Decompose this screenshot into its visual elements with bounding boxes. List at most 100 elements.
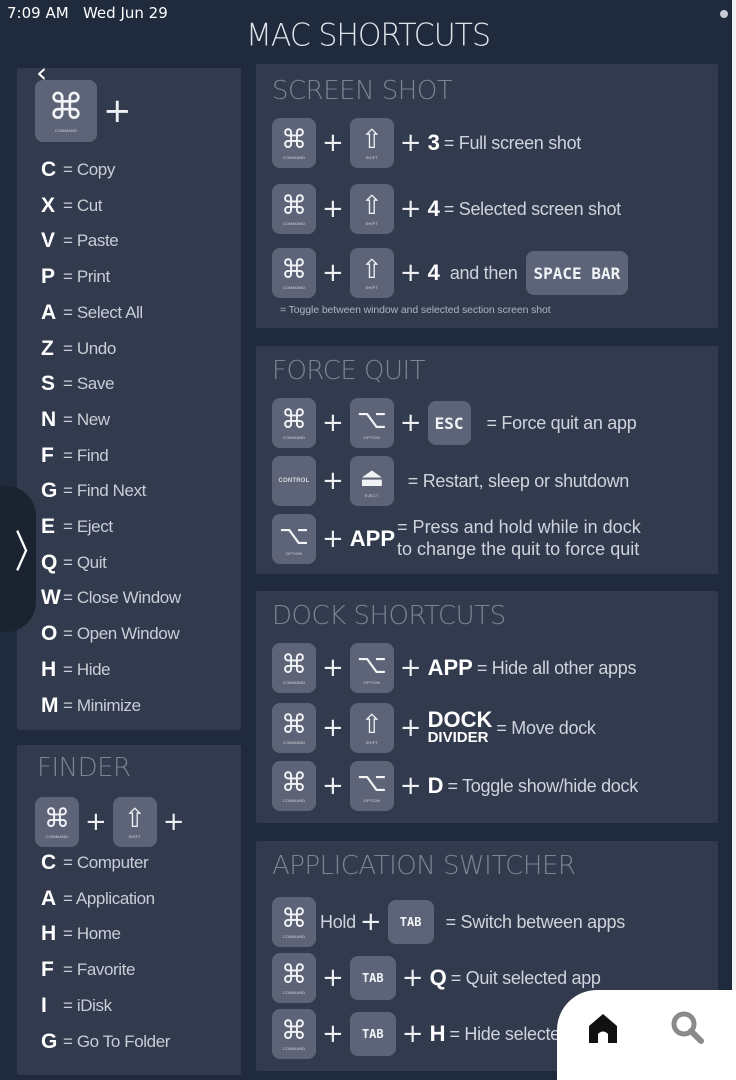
shortcut-key: P	[41, 265, 56, 289]
shortcut-key: H	[41, 657, 57, 681]
command-key-icon: ⌘ COMMAND	[272, 897, 316, 947]
shortcut-row: ⌘ COMMAND + ⌥ OPTION + D = Toggle show/hid…	[272, 761, 638, 811]
shortcut-list-item: E = Eject	[41, 515, 113, 539]
command-key-icon: ⌘ COMMAND	[35, 80, 97, 142]
section-title-finder: FINDER	[37, 753, 131, 783]
shortcut-key: G	[41, 1029, 58, 1053]
plus-sign: +	[322, 713, 344, 743]
plus-sign: +	[322, 524, 344, 554]
shortcut-desc: = Hide	[63, 659, 111, 679]
shortcut-desc: = Find Next	[63, 481, 146, 501]
shortcut-desc: = Application	[63, 888, 155, 908]
plus-sign: +	[322, 963, 344, 993]
shortcut-desc: = Find	[63, 445, 109, 465]
shortcut-list-item: X = Cut	[41, 193, 103, 218]
shortcut-list-item: G = Go To Folder	[41, 1030, 170, 1054]
shortcut-list-item: M = Minimize	[41, 694, 141, 718]
shortcut-desc: = Undo	[63, 338, 116, 358]
shortcut-desc: = New	[63, 409, 110, 429]
shortcut-desc: = Favorite	[63, 960, 136, 980]
shortcut-desc: = Move dock	[496, 717, 596, 738]
eject-key-icon: ⏏ EJECT	[349, 456, 394, 506]
shortcut-desc: = Selected screen shot	[443, 198, 621, 219]
shortcut-key: C	[41, 158, 57, 181]
command-key-icon: ⌘ COMMAND	[272, 953, 316, 1003]
plus-sign: +	[399, 653, 422, 683]
shortcut-key: O	[41, 622, 58, 646]
shortcut-desc: = Force quit an app	[486, 412, 637, 433]
shortcut-list-item: O = Open Window	[41, 622, 180, 646]
shift-key-icon: ⇧ SHIFT	[349, 248, 394, 298]
shortcut-key: S	[41, 372, 56, 396]
back-button[interactable]: ‹	[36, 56, 47, 89]
shift-key-icon: ⇧ SHIFT	[349, 184, 394, 234]
plus-sign: +	[322, 653, 344, 683]
shift-key-icon: ⇧ SHIFT	[349, 118, 394, 168]
tab-key: TAB	[349, 956, 396, 1000]
shortcut-list-item: F = Favorite	[41, 958, 135, 982]
shortcut-list-item: N = New	[41, 408, 110, 432]
shortcut-list-item: Z = Undo	[41, 337, 116, 361]
shortcut-row: ⌘ COMMAND + ⇧ SHIFT + 4 and then SPACE BAR	[272, 248, 629, 298]
key-label: APP	[427, 655, 473, 680]
search-icon[interactable]	[670, 1010, 704, 1044]
section-title-dock: DOCK SHORTCUTS	[272, 601, 506, 631]
page-edge	[732, 0, 736, 1057]
shortcut-note: = Toggle between window and selected sec…	[280, 304, 551, 316]
shortcut-list-item: I = iDisk	[41, 994, 112, 1018]
shortcut-key: X	[41, 193, 56, 217]
shortcut-key: F	[41, 443, 54, 467]
chevron-right-icon[interactable]: 〉	[15, 516, 46, 580]
shortcut-desc: = Copy	[63, 160, 115, 179]
plus-sign: +	[401, 1019, 424, 1049]
shortcut-key: V	[41, 229, 56, 253]
dock-shortcuts-panel: DOCK SHORTCUTS ⌘ COMMAND + ⌥ OPTION + APP …	[256, 591, 718, 823]
shortcut-row: ⌘ COMMAND + ⌥ OPTION + ESC = Force quit an…	[272, 398, 637, 448]
plus-sign: +	[103, 91, 132, 131]
section-title-app-switcher: APPLICATION SWITCHER	[272, 851, 576, 881]
command-key-icon: ⌘ COMMAND	[272, 761, 316, 811]
option-key-icon: ⌥ OPTION	[349, 398, 394, 448]
shortcut-desc: = Minimize	[63, 695, 141, 715]
shortcut-row: ⌘ COMMAND + TAB + H = Hide selected app	[272, 1009, 604, 1059]
tab-key: TAB	[387, 900, 434, 944]
shortcut-list-item: A = Application	[41, 887, 155, 911]
key-label: 4	[427, 196, 440, 221]
force-quit-panel: FORCE QUIT ⌘ COMMAND + ⌥ OPTION + ESC = Fo…	[256, 346, 718, 574]
shortcut-desc: = Go To Folder	[63, 1031, 171, 1051]
shortcut-list-item: A = Select All	[41, 301, 143, 325]
shift-key-icon: ⇧ SHIFT	[349, 703, 394, 753]
shortcut-desc: and then	[449, 262, 518, 283]
shortcut-desc: = Cut	[63, 195, 103, 215]
command-key-icon: ⌘ COMMAND	[272, 184, 316, 234]
shortcut-key: M	[41, 693, 59, 717]
plus-sign: +	[322, 466, 344, 496]
shortcut-desc: = Full screen shot	[443, 132, 582, 153]
plus-sign: +	[162, 807, 185, 837]
finder-panel: FINDER ⌘ COMMAND + ⇧ SHIFT + C = Computer A =…	[17, 745, 241, 1075]
shortcut-desc: = Hide all other apps	[476, 657, 637, 678]
plus-sign: +	[399, 194, 422, 224]
bottom-nav-bar	[557, 990, 736, 1080]
shortcut-desc: = Restart, sleep or shutdown	[407, 470, 630, 491]
shortcut-key: I	[41, 993, 47, 1017]
dock-divider-label: DOCK DIVIDER	[427, 707, 493, 747]
shortcut-list-item: F = Find	[41, 443, 109, 468]
shortcut-list-item: P = Print	[41, 265, 110, 289]
command-key-icon: ⌘ COMMAND	[272, 398, 316, 448]
shortcut-key: F	[41, 958, 54, 982]
shortcut-list-item: W = Close Window	[41, 586, 181, 610]
plus-sign: +	[401, 963, 424, 993]
key-label: D	[427, 773, 444, 798]
key-label: 4	[427, 260, 440, 285]
shortcut-list-item: C = Computer	[41, 851, 149, 875]
home-icon[interactable]	[588, 1012, 618, 1044]
command-key-icon: ⌘ COMMAND	[272, 703, 316, 753]
esc-key: ESC	[427, 401, 471, 445]
shortcut-list-item: H = Hide	[41, 657, 111, 682]
shortcut-desc: = Computer	[63, 853, 149, 872]
option-key-icon: ⌥ OPTION	[349, 643, 394, 693]
shortcut-key: A	[41, 300, 57, 324]
plus-sign: +	[322, 1019, 344, 1049]
plus-sign: +	[399, 408, 422, 438]
